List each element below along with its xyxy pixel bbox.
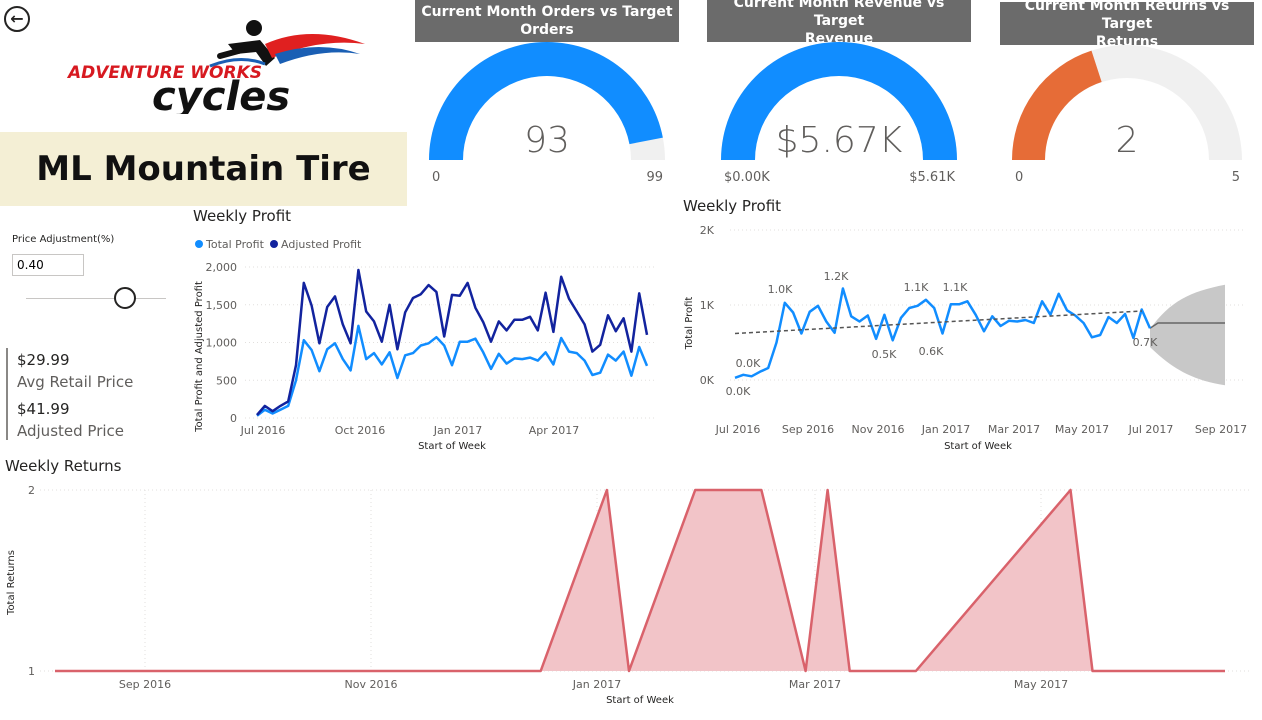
gauge-min-label: $0.00K: [724, 170, 770, 185]
y-tick: 1K: [700, 299, 715, 312]
x-axis-title: Start of Week: [606, 695, 674, 706]
gauge-value: 2: [1116, 120, 1139, 161]
gauge-value: $5.67K: [776, 120, 903, 161]
avg-retail-price-value: $29.99: [17, 351, 70, 369]
x-tick: Jul 2016: [240, 424, 286, 437]
legend-total-marker: [195, 240, 203, 248]
x-tick: Sep 2016: [782, 423, 834, 436]
x-tick: May 2017: [1055, 423, 1109, 436]
avg-retail-price-label: Avg Retail Price: [17, 373, 134, 391]
y-tick: 0K: [700, 374, 715, 387]
y-tick: 2K: [700, 224, 715, 237]
back-button[interactable]: ←: [4, 6, 30, 32]
weekly-profit-forecast-chart: 0K 1K 2K Jul 2016 Sep 2016 Nov 2016 Jan 2017 Ma…: [684, 224, 1247, 452]
weekly-profit-adjusted-chart: Total Profit Adjusted Profit 0 500 1,000 1,50…: [194, 238, 655, 452]
x-tick: Jul 2017: [1128, 423, 1174, 436]
adjusted-price-label: Adjusted Price: [17, 422, 124, 440]
total-profit-line: [734, 287, 1152, 379]
product-title: ML Mountain Tire: [36, 149, 371, 189]
gauge-min-label: 0: [432, 170, 440, 185]
data-label: 1.0K: [768, 283, 793, 296]
y-axis-title: Total Profit and Adjusted Profit: [194, 281, 205, 433]
logo-text-line2: cycles: [152, 74, 290, 114]
y-tick: 0: [230, 412, 237, 425]
chart2-title: Weekly Profit: [683, 197, 782, 215]
y-tick: 1,500: [206, 299, 238, 312]
y-tick: 500: [216, 374, 237, 387]
gauge-min-label: 0: [1015, 170, 1023, 185]
gauge-orders: 93 0 99: [429, 42, 665, 185]
back-arrow-icon: ←: [10, 9, 24, 28]
chart3-title: Weekly Returns: [5, 457, 122, 475]
gauge-returns: 2 0 5: [1012, 45, 1242, 185]
legend-total-label: Total Profit: [205, 238, 265, 251]
gauge-max-label: 5: [1232, 170, 1240, 185]
gauge-fill: [1012, 50, 1102, 160]
adjusted-profit-line: [256, 268, 649, 416]
y-tick: 2: [28, 484, 35, 497]
x-tick: Nov 2016: [345, 678, 398, 691]
gauge-revenue-title: Current Month Revenue vs Target Revenue: [707, 0, 971, 47]
x-tick: Jan 2017: [921, 423, 970, 436]
y-tick: 1,000: [206, 337, 238, 350]
gauge-returns-title: Current Month Returns vs Target Returns: [1000, 0, 1254, 50]
price-adjustment-input[interactable]: [12, 254, 84, 276]
x-tick: Apr 2017: [529, 424, 580, 437]
x-tick: Jan 2017: [572, 678, 621, 691]
adjusted-price-value: $41.99: [17, 400, 70, 418]
weekly-returns-chart: 2 1 Sep 2016 Nov 2016 Jan 2017 Mar 2017 May 20…: [6, 484, 1250, 706]
gauge-value: 93: [524, 120, 570, 161]
gauge-orders-title: Current Month Orders vs Target Orders: [415, 0, 679, 42]
data-label: 1.2K: [824, 270, 849, 283]
price-adjustment-slider-track[interactable]: [26, 298, 166, 299]
x-tick: May 2017: [1014, 678, 1068, 691]
x-tick: Jul 2016: [715, 423, 761, 436]
y-axis-title: Total Returns: [6, 550, 17, 616]
x-tick: Sep 2017: [1195, 423, 1247, 436]
chart1-title: Weekly Profit: [193, 207, 292, 225]
x-tick: Oct 2016: [335, 424, 386, 437]
data-label: 0.7K: [1133, 336, 1158, 349]
y-axis-title: Total Profit: [684, 297, 695, 351]
data-label: 0.0K: [726, 385, 751, 398]
legend-adjusted-label: Adjusted Profit: [281, 238, 362, 251]
cards-divider: [6, 348, 8, 440]
forecast-band: [1150, 284, 1225, 386]
price-adjustment-label: Price Adjustment(%): [12, 234, 115, 245]
x-axis-title: Start of Week: [418, 441, 486, 452]
x-axis-title: Start of Week: [944, 441, 1012, 452]
x-tick: Mar 2017: [988, 423, 1040, 436]
legend-adjusted-marker: [270, 240, 278, 248]
x-tick: Mar 2017: [789, 678, 841, 691]
data-label: 0.5K: [872, 348, 897, 361]
data-label: 0.6K: [919, 345, 944, 358]
data-label: 0.0K: [736, 357, 761, 370]
price-adjustment-slider-thumb[interactable]: [114, 287, 136, 309]
data-label: 1.1K: [943, 281, 968, 294]
y-tick: 1: [28, 665, 35, 678]
y-tick: 2,000: [206, 261, 238, 274]
x-tick: Jan 2017: [433, 424, 482, 437]
data-label: 1.1K: [904, 281, 929, 294]
product-title-box: ML Mountain Tire: [0, 132, 407, 206]
gauge-max-label: 99: [646, 170, 663, 185]
x-tick: Nov 2016: [852, 423, 905, 436]
gauge-revenue: $5.67K $0.00K $5.61K: [721, 42, 957, 185]
gauge-max-label: $5.61K: [909, 170, 955, 185]
adventure-works-logo: ADVENTURE WORKS cycles: [66, 20, 365, 114]
x-tick: Sep 2016: [119, 678, 171, 691]
